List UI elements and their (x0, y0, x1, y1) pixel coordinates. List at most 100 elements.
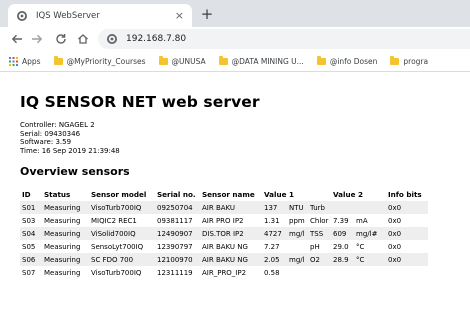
cell-info-bits (386, 266, 428, 279)
cell-status: Measuring (44, 242, 81, 251)
cell-serial: 12390797 (157, 242, 193, 251)
url-text[interactable]: 192.168.7.80 (126, 34, 186, 44)
bookmark-data-mining[interactable]: @DATA MINING U... (218, 55, 304, 66)
cell-status: Measuring (42, 201, 89, 215)
table-row: S04 Measuring ViSolid700IQ 12490907 DIS.TOR … (20, 227, 428, 241)
cell-value2 (331, 201, 354, 215)
column-header-value2: Value 2 (333, 190, 363, 200)
bookmark-label: @UNUSA (171, 56, 206, 66)
bookmark-label: Apps (22, 56, 41, 66)
folder-icon (316, 55, 326, 65)
cell-serial: 09250704 (155, 201, 200, 215)
cell-status: Measuring (44, 216, 81, 225)
bookmark-info-dosen[interactable]: @info Dosen (316, 55, 378, 66)
cell-sensor-name: AIR_PRO_IP2 (202, 268, 247, 277)
cell-value1-param: Chlor (310, 216, 329, 225)
bookmark-progra[interactable]: progra (390, 55, 429, 66)
serial-line: Serial: 09430346 (20, 129, 81, 138)
folder-icon (158, 55, 168, 65)
cell-sensor-name: AIR BAKU NG (200, 253, 262, 267)
globe-icon (16, 10, 28, 22)
cell-value2-unit: mA (356, 216, 368, 225)
apps-grid-icon (9, 56, 18, 66)
table-row: S07 Measuring VisoTurb700IQ 12311119 AIR_PRO… (20, 266, 428, 279)
cell-value1: 137 (262, 201, 287, 215)
cell-info-bits: 0x0 (388, 242, 402, 251)
cell-id: S03 (22, 216, 36, 225)
column-header-info-bits: Info bits (388, 190, 422, 200)
cell-value1-param (308, 266, 331, 279)
bookmark-mypriority-courses[interactable]: @MyPriority_Courses (53, 55, 146, 66)
cell-sensor-name: AIR BAKU NG (202, 242, 248, 251)
cell-id: S01 (20, 201, 42, 215)
cell-status: Measuring (42, 253, 89, 267)
cell-value1-unit (287, 240, 308, 253)
column-header-sensor-model: Sensor model (91, 190, 147, 200)
cell-value1-unit: ppm (289, 216, 305, 225)
folder-icon (218, 55, 228, 65)
software-line: Software: 3.59 (20, 138, 72, 147)
cell-value1: 0.58 (264, 268, 280, 277)
column-header-value1: Value 1 (264, 190, 294, 200)
cell-value1: 2.05 (262, 253, 287, 267)
sensors-table: ID Status Sensor model Serial no. Sensor… (20, 188, 428, 279)
section-title: Overview sensors (20, 165, 130, 179)
cell-serial: 12311119 (157, 268, 193, 277)
table-row: S03 Measuring MIQIC2 REC1 09381117 AIR PRO I… (20, 214, 428, 227)
bookmark-unusa[interactable]: @UNUSA (158, 55, 206, 66)
table-row: S01 Measuring VisoTurb700IQ 09250704 AIR BAK… (20, 201, 428, 215)
folder-icon (53, 55, 63, 65)
cell-value1: 4727 (262, 227, 287, 241)
cell-status: Measuring (44, 268, 81, 277)
cell-value2: 29.0 (333, 242, 349, 251)
column-header-serial: Serial no. (157, 190, 196, 200)
cell-id: S05 (22, 242, 36, 251)
table-row: S06 Measuring SC FDO 700 12100970 AIR BAKU N… (20, 253, 428, 267)
column-header-status: Status (44, 190, 71, 200)
address-bar[interactable]: 192.168.7.80 (98, 29, 470, 49)
cell-value2-unit: °C (354, 253, 386, 267)
cell-serial: 12490907 (155, 227, 200, 241)
cell-value2-unit: °C (356, 242, 365, 251)
bookmark-label: @info Dosen (329, 56, 378, 66)
bookmark-label: @MyPriority_Courses (66, 56, 146, 66)
cell-value2-unit: mg/l# (354, 227, 386, 241)
cell-serial: 12100970 (155, 253, 200, 267)
cell-info-bits: 0x0 (386, 253, 428, 267)
cell-info-bits: 0x0 (386, 227, 428, 241)
cell-info-bits: 0x0 (386, 201, 428, 215)
back-arrow-icon[interactable] (8, 29, 26, 49)
cell-value1-param: Turb (308, 201, 331, 215)
cell-id: S07 (22, 268, 36, 277)
close-tab-icon[interactable]: × (175, 10, 184, 21)
bookmark-apps[interactable]: Apps (9, 56, 41, 66)
browser-toolbar: 192.168.7.80 (0, 27, 470, 51)
cell-value2-unit (354, 201, 386, 215)
cell-value2 (331, 266, 354, 279)
browser-tab[interactable]: IQS WebServer × (8, 4, 192, 27)
cell-sensor-model: SC FDO 700 (89, 253, 155, 267)
cell-id: S06 (20, 253, 42, 267)
controller-info: Controller: NGAGEL 2 Serial: 09430346 So… (20, 121, 468, 155)
bookmark-label: @DATA MINING U... (231, 56, 304, 66)
reload-icon[interactable] (52, 29, 70, 49)
cell-value1-unit: mg/l (287, 253, 308, 267)
tab-title: IQS WebServer (36, 10, 100, 21)
new-tab-button[interactable]: + (198, 5, 216, 23)
site-info-icon[interactable] (106, 33, 118, 45)
bookmark-label: progra (403, 56, 429, 66)
forward-arrow-icon[interactable] (28, 29, 46, 49)
cell-value1: 1.31 (264, 216, 280, 225)
cell-value1-param: pH (310, 242, 320, 251)
column-header-id: ID (22, 190, 31, 200)
cell-sensor-name: AIR PRO IP2 (202, 216, 244, 225)
cell-value2: 7.39 (333, 216, 349, 225)
time-line: Time: 16 Sep 2019 21:39:48 (20, 146, 120, 155)
cell-sensor-name: DIS.TOR IP2 (200, 227, 262, 241)
cell-status: Measuring (42, 227, 89, 241)
cell-sensor-model: VisoTurb700IQ (89, 201, 155, 215)
bookmarks-bar: Apps @MyPriority_Courses @UNUSA @DATA MI… (0, 51, 470, 72)
home-icon[interactable] (74, 29, 92, 49)
table-header-row: ID Status Sensor model Serial no. Sensor… (20, 188, 428, 201)
cell-sensor-model: ViSolid700IQ (89, 227, 155, 241)
